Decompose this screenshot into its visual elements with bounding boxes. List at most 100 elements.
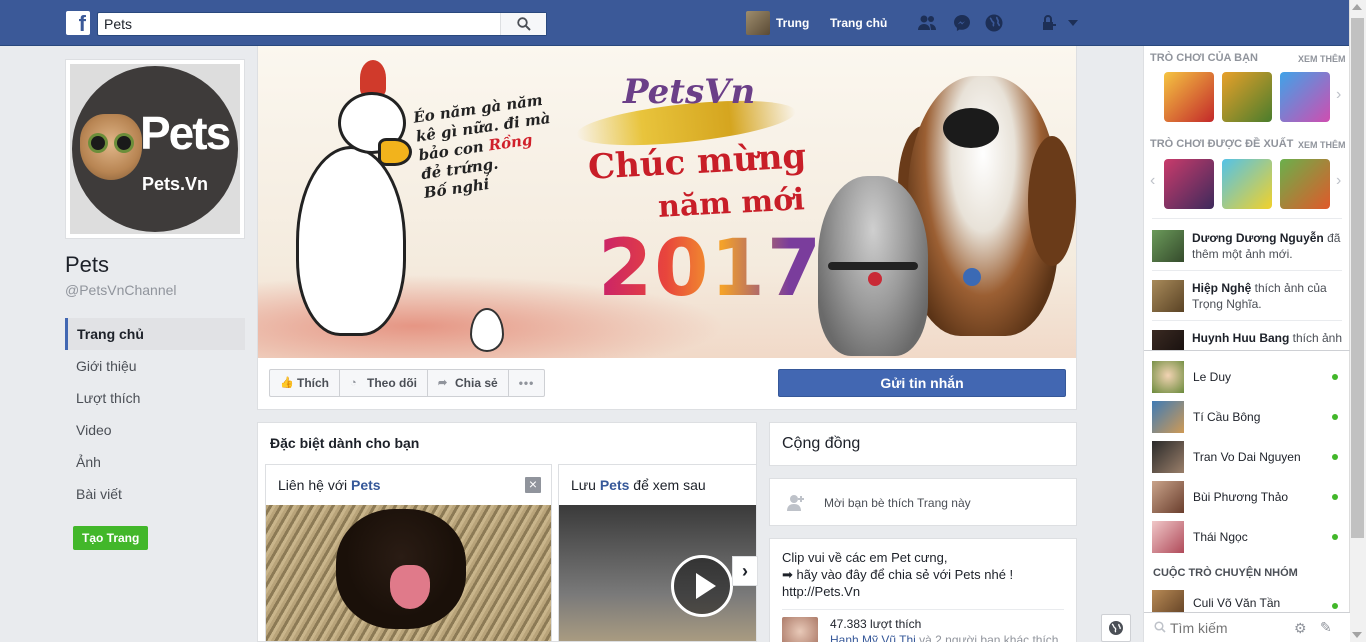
ticker-item[interactable]: Huynh Huu Bang thích ảnh [1192, 330, 1344, 350]
website-link[interactable]: http://Pets.Vn [782, 583, 1064, 600]
chat-contact[interactable]: Culi Võ Văn Tần [1152, 590, 1342, 612]
contact-name: Tran Vo Dai Nguyen [1193, 450, 1301, 464]
pets-logo: Pets Pets.Vn [72, 66, 238, 232]
community-card[interactable]: Cộng đồng [769, 422, 1077, 466]
about-line: Clip vui về các em Pet cưng, [782, 550, 948, 565]
nav-item-videos[interactable]: Video [65, 414, 245, 446]
chat-contact[interactable]: Tí Cầu Bông [1152, 401, 1342, 433]
chat-contact[interactable]: Le Duy [1152, 361, 1342, 393]
ticker-item[interactable]: Dương Dương Nguyễn đã thêm một ảnh mới. [1192, 230, 1344, 262]
contact-name: Thái Ngọc [1193, 530, 1248, 544]
friend-name[interactable]: Hạnh Mỹ Vũ Thị [830, 633, 916, 642]
save-page-card[interactable]: Lưu Pets để xem sau [558, 464, 756, 641]
game-hero-icon[interactable] [1280, 159, 1330, 209]
page-title[interactable]: Pets [65, 252, 109, 278]
nav-item-likes[interactable]: Lượt thích [65, 382, 245, 414]
chevron-right-icon[interactable]: › [1336, 86, 1341, 104]
friend-like-rest: và 2 người bạn khác thích [915, 633, 1059, 642]
avatar[interactable] [1152, 230, 1184, 262]
page-profile-picture[interactable]: Pets Pets.Vn [65, 59, 245, 239]
divider [1152, 320, 1342, 321]
profile-link[interactable]: Trung [746, 11, 809, 35]
like-label: Thích [297, 376, 329, 390]
chevron-right-icon[interactable]: › [1336, 172, 1341, 190]
next-arrow-icon[interactable]: › [732, 556, 758, 586]
gear-icon[interactable]: ⚙ [1294, 620, 1307, 637]
nav-item-posts[interactable]: Bài viết [65, 478, 245, 510]
nav-item-about[interactable]: Giới thiệu [65, 350, 245, 382]
chat-contact[interactable]: Thái Ngọc [1152, 521, 1342, 553]
nav-item-photos[interactable]: Ảnh [65, 446, 245, 478]
chat-search-input[interactable] [1170, 618, 1290, 638]
more-options-button[interactable]: ••• [509, 370, 545, 396]
scroll-down-icon[interactable] [1352, 632, 1362, 638]
account-menu-chevron-down-icon[interactable] [1066, 16, 1080, 30]
avatar[interactable] [782, 617, 818, 642]
game-pet-rescue-icon[interactable] [1280, 72, 1330, 122]
page-scrollbar[interactable] [1349, 0, 1366, 642]
community-title: Cộng đồng [782, 435, 861, 452]
game-moto-icon[interactable] [1164, 159, 1214, 209]
avatar [1152, 441, 1184, 473]
share-arrow-icon: ➦ [438, 377, 448, 389]
logo-title: Pets [140, 107, 231, 159]
game-parrot-icon[interactable] [1222, 159, 1272, 209]
globe-icon-button[interactable] [1101, 614, 1131, 642]
collar-tag [963, 268, 981, 286]
close-icon[interactable]: × [525, 477, 541, 493]
follow-button[interactable]: ◔ Theo dõi [340, 370, 428, 396]
collar-tag [868, 272, 882, 286]
share-button[interactable]: ➦ Chia sẻ [428, 370, 509, 396]
privacy-shortcuts-icon[interactable] [1040, 13, 1060, 33]
video-thumbnail[interactable] [559, 505, 756, 641]
divider [782, 609, 1064, 610]
home-link[interactable]: Trang chủ [830, 16, 887, 30]
game-archer-icon[interactable] [1222, 72, 1272, 122]
chevron-left-icon[interactable]: ‹ [1150, 172, 1155, 190]
rooster-beak [378, 138, 412, 166]
ticker-item[interactable]: Hiệp Nghệ thích ảnh của Trọng Nghĩa. [1192, 280, 1344, 312]
see-more-link[interactable]: Xem thêm [1298, 140, 1346, 150]
nav-item-home[interactable]: Trang chủ [65, 318, 245, 350]
avatar[interactable] [1152, 330, 1184, 350]
game-pirate-icon[interactable] [1164, 72, 1214, 122]
friend-requests-icon[interactable] [917, 13, 937, 33]
see-more-link[interactable]: Xem thêm [1298, 54, 1346, 64]
facebook-logo-icon[interactable]: f [66, 11, 90, 35]
right-sidebar: Trò chơi của bạn Xem thêm › Trò chơi đượ… [1143, 46, 1350, 642]
chat-contact[interactable]: Tran Vo Dai Nguyen [1152, 441, 1342, 473]
search-icon [1154, 621, 1166, 633]
search-input[interactable] [98, 13, 498, 35]
card-page-name[interactable]: Pets [600, 477, 630, 493]
avatar [1152, 361, 1184, 393]
cover-photo[interactable]: Éo năm gà năm kê gì nữa. đi mà bảo con R… [258, 46, 1076, 358]
notifications-globe-icon[interactable] [984, 13, 1004, 33]
scroll-up-icon[interactable] [1352, 4, 1362, 10]
card-page-name[interactable]: Pets [351, 477, 381, 493]
like-button[interactable]: 👍 Thích [270, 370, 340, 396]
share-label: Chia sẻ [455, 376, 498, 390]
page-username[interactable]: @PetsVnChannel [65, 282, 177, 298]
messenger-icon[interactable] [952, 13, 972, 33]
play-icon[interactable] [671, 555, 733, 617]
search-box[interactable] [97, 12, 547, 36]
divider [1152, 270, 1342, 271]
send-message-button[interactable]: Gửi tin nhắn [778, 369, 1066, 397]
card-text: Liên hệ với [278, 477, 352, 493]
invite-friends-card[interactable]: Mời bạn bè thích Trang này [769, 478, 1077, 526]
card-photo[interactable] [266, 505, 551, 641]
divider [1152, 218, 1342, 219]
online-status-dot [1332, 454, 1338, 460]
chat-contact[interactable]: Bùi Phương Thảo [1152, 481, 1342, 513]
scrollbar-thumb[interactable] [1351, 18, 1364, 538]
search-button[interactable] [500, 13, 546, 35]
contact-name: Tí Cầu Bông [1193, 410, 1261, 424]
create-page-button[interactable]: Tạo Trang [73, 526, 149, 550]
new-message-icon[interactable]: ✎ [1320, 619, 1332, 636]
ticker-name: Dương Dương Nguyễn [1192, 231, 1324, 245]
likes-count[interactable]: 47.383 lượt thích [830, 617, 1058, 631]
rooster-illustration [296, 146, 406, 336]
avatar[interactable] [1152, 280, 1184, 312]
contact-page-card[interactable]: Liên hệ với Pets × [265, 464, 552, 641]
rss-icon: ◔ [350, 377, 357, 389]
